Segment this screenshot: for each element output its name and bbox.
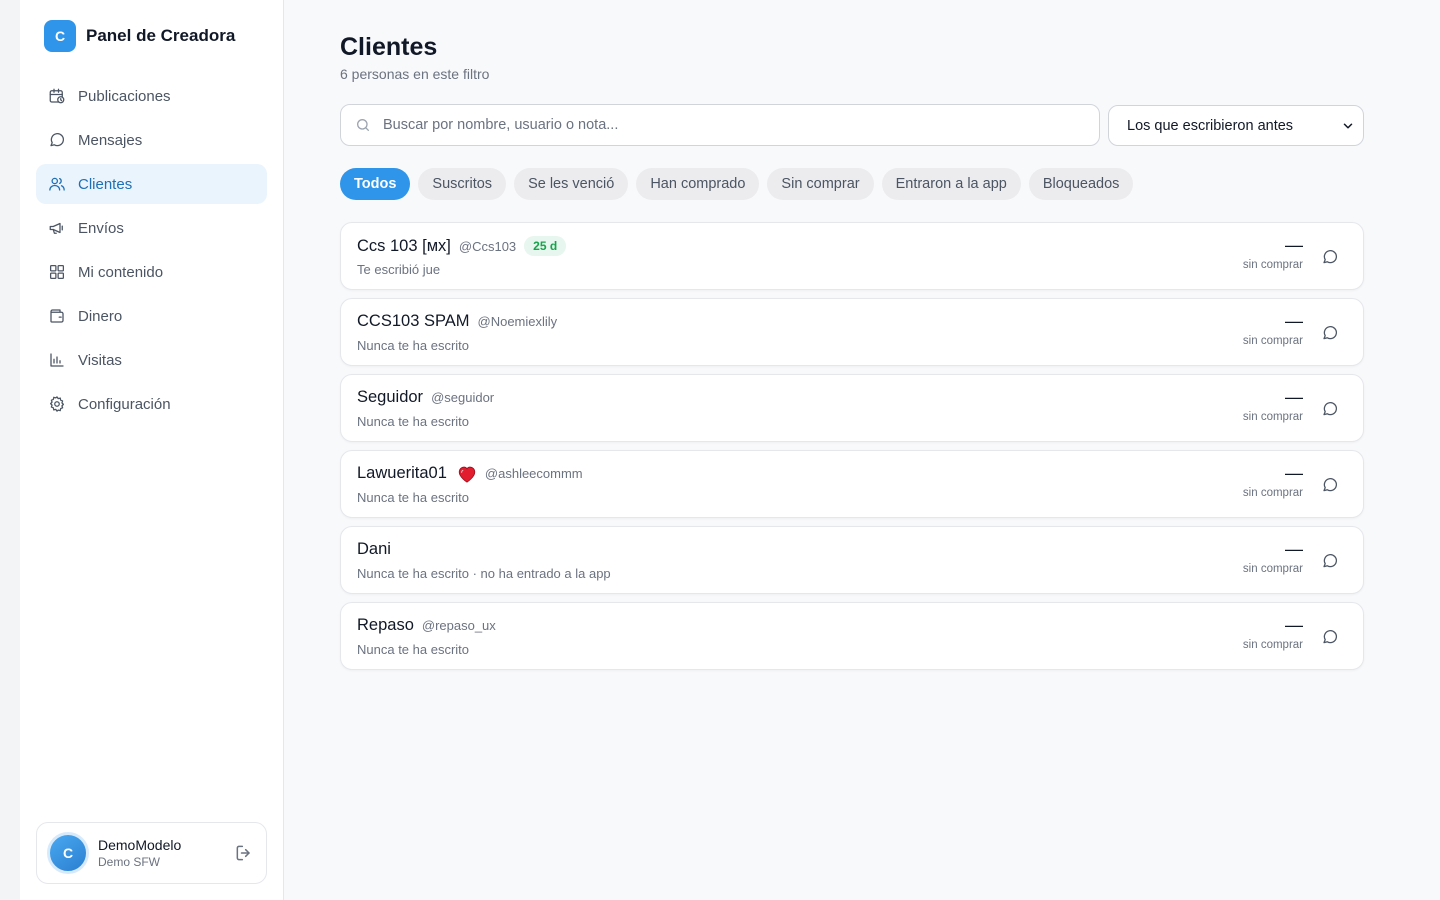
filter-chips: Todos Suscritos Se les venció Han comprado S… xyxy=(340,168,1134,200)
heart-icon xyxy=(457,465,477,483)
client-row[interactable]: Repaso @repaso_ux Nunca te ha escrito — sin … xyxy=(340,602,1364,670)
client-status: sin comprar xyxy=(1242,411,1303,423)
sidebar-nav: Publicaciones Mensajes Clientes Envíos Mi co… xyxy=(36,76,267,428)
client-name: CCS103 SPAM xyxy=(357,312,470,330)
client-amount: — xyxy=(1285,311,1303,331)
client-note: Nunca te ha escrito xyxy=(357,338,470,353)
message-icon[interactable] xyxy=(1321,324,1339,342)
sidebar-item-configuracion[interactable]: Configuración xyxy=(36,384,267,424)
client-name: Ccs 103 [ᴍx] xyxy=(357,236,451,255)
sort-select[interactable]: Los que escribieron antes xyxy=(1108,105,1364,146)
client-amount: — xyxy=(1285,235,1303,255)
sidebar-item-mi-contenido[interactable]: Mi contenido xyxy=(36,252,267,292)
user-name: DemoModelo xyxy=(98,837,182,853)
client-note: Nunca te ha escrito xyxy=(357,490,470,505)
logout-icon[interactable] xyxy=(234,843,254,863)
sidebar-item-label: Envíos xyxy=(78,219,124,237)
client-amount: — xyxy=(1285,615,1303,635)
gear-icon xyxy=(48,395,66,413)
client-status: sin comprar xyxy=(1242,639,1303,651)
client-amount: — xyxy=(1285,387,1303,407)
client-handle: @Noemiexlily xyxy=(477,314,558,329)
search-box[interactable] xyxy=(340,104,1100,146)
sidebar-item-label: Visitas xyxy=(78,351,122,369)
message-icon[interactable] xyxy=(1321,552,1339,570)
client-note: Nunca te ha escrito xyxy=(357,642,470,657)
client-name: Dani xyxy=(357,540,391,558)
client-name: Repaso xyxy=(357,616,414,634)
sidebar-item-label: Mensajes xyxy=(78,131,143,149)
client-row[interactable]: Lawuerita01 @ashleecommm Nunca te ha escri… xyxy=(340,450,1364,518)
sidebar-item-label: Dinero xyxy=(78,307,123,325)
users-icon xyxy=(48,175,66,193)
sidebar: C Panel de Creadora Publicaciones Mensaje… xyxy=(20,0,284,900)
client-amount: — xyxy=(1285,463,1303,483)
client-row[interactable]: CCS103 SPAM @Noemiexlily Nunca te ha escri… xyxy=(340,298,1364,366)
page-subtitle: 6 personas en este filtro xyxy=(340,66,490,82)
window-edge xyxy=(0,0,20,900)
client-status: sin comprar xyxy=(1242,563,1303,575)
client-amount: — xyxy=(1285,539,1303,559)
sidebar-item-label: Clientes xyxy=(78,175,133,193)
search-input[interactable] xyxy=(383,117,1099,133)
subscription-badge: 25 d xyxy=(524,236,567,256)
sidebar-item-envios[interactable]: Envíos xyxy=(36,208,267,248)
sidebar-item-publicaciones[interactable]: Publicaciones xyxy=(36,76,267,116)
calendar-clock-icon xyxy=(48,87,66,105)
client-row[interactable]: Ccs 103 [ᴍx] @Ccs103 25 d Te escribió jue — s… xyxy=(340,222,1364,290)
sidebar-item-mensajes[interactable]: Mensajes xyxy=(36,120,267,160)
brand[interactable]: C Panel de Creadora xyxy=(44,20,235,52)
sidebar-item-visitas[interactable]: Visitas xyxy=(36,340,267,380)
client-name: Lawuerita01 xyxy=(357,464,447,482)
grid-icon xyxy=(48,263,66,281)
user-card[interactable]: C DemoModelo Demo SFW xyxy=(36,822,267,884)
client-note: Nunca te ha escrito · no ha entrado a la… xyxy=(357,566,611,581)
filter-chip-sin-comprar[interactable]: Sin comprar xyxy=(767,168,874,200)
filter-chip-todos[interactable]: Todos xyxy=(340,168,411,200)
client-list: Ccs 103 [ᴍx] @Ccs103 25 d Te escribió jue — s… xyxy=(340,222,1364,678)
avatar: C xyxy=(47,832,89,874)
client-status: sin comprar xyxy=(1242,259,1303,271)
sidebar-item-label: Mi contenido xyxy=(78,263,164,281)
filter-chip-suscritos[interactable]: Suscritos xyxy=(418,168,507,200)
client-row[interactable]: Dani Nunca te ha escrito · no ha entrado … xyxy=(340,526,1364,594)
filter-chip-bloqueados[interactable]: Bloqueados xyxy=(1028,168,1134,200)
client-handle: @ashleecommm xyxy=(484,466,583,481)
bar-chart-icon xyxy=(48,351,66,369)
client-status: sin comprar xyxy=(1242,487,1303,499)
client-note: Nunca te ha escrito xyxy=(357,414,470,429)
client-name: Seguidor xyxy=(357,388,424,406)
client-note: Te escribió jue xyxy=(357,262,441,277)
client-status: sin comprar xyxy=(1242,335,1303,347)
sidebar-item-label: Publicaciones xyxy=(78,87,171,105)
page-title: Clientes xyxy=(340,33,438,61)
search-icon xyxy=(355,117,371,133)
message-icon[interactable] xyxy=(1321,476,1339,494)
client-row[interactable]: Seguidor @seguidor Nunca te ha escrito — sin… xyxy=(340,374,1364,442)
client-handle: @repaso_ux xyxy=(421,618,496,633)
chevron-down-icon xyxy=(1341,119,1355,133)
sidebar-item-dinero[interactable]: Dinero xyxy=(36,296,267,336)
message-icon[interactable] xyxy=(1321,628,1339,646)
brand-name: Panel de Creadora xyxy=(86,26,236,45)
message-icon xyxy=(48,131,66,149)
sidebar-item-label: Configuración xyxy=(78,395,171,413)
filter-chip-se-les-vencio[interactable]: Se les venció xyxy=(514,168,629,200)
wallet-icon xyxy=(48,307,66,325)
client-handle: @seguidor xyxy=(431,390,495,405)
filter-chip-han-comprado[interactable]: Han comprado xyxy=(636,168,760,200)
user-subtitle: Demo SFW xyxy=(98,855,161,869)
sort-select-value: Los que escribieron antes xyxy=(1127,117,1294,134)
megaphone-icon xyxy=(48,219,66,237)
filter-chip-entraron-a-la-app[interactable]: Entraron a la app xyxy=(881,168,1021,200)
brand-logo: C xyxy=(44,20,76,52)
message-icon[interactable] xyxy=(1321,248,1339,266)
sidebar-item-clientes[interactable]: Clientes xyxy=(36,164,267,204)
client-handle: @Ccs103 xyxy=(458,238,517,254)
message-icon[interactable] xyxy=(1321,400,1339,418)
